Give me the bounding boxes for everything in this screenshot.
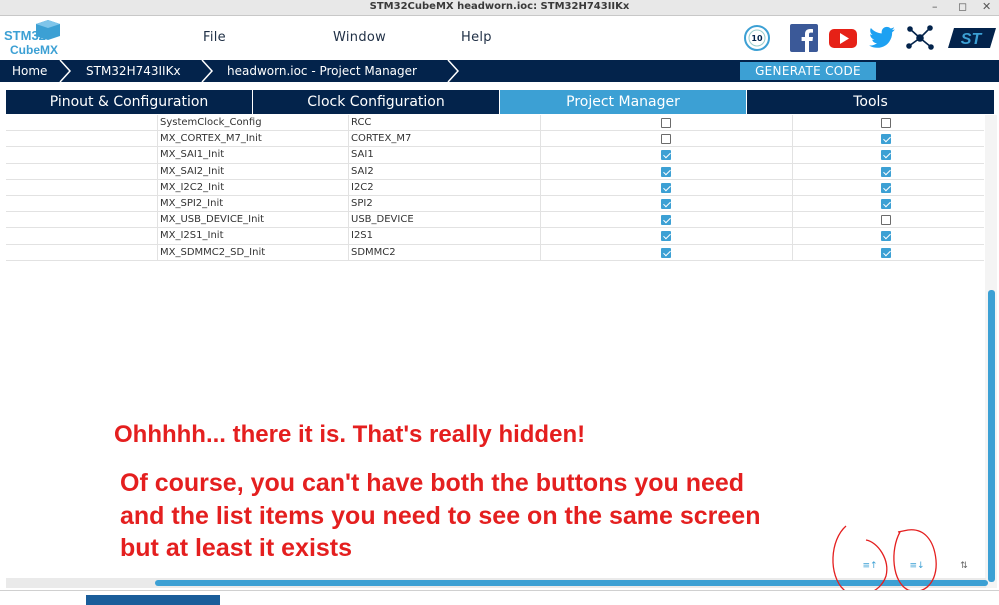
function-name-cell: SystemClock_Config <box>160 117 262 128</box>
annotation-text: and the list items you need to see on th… <box>120 502 761 530</box>
tab-tools[interactable]: Tools <box>747 90 994 114</box>
twitter-icon[interactable] <box>868 24 896 52</box>
minimize-button[interactable]: – <box>932 0 938 13</box>
app-header: STM32 CubeMX File Window Help 10 ST <box>0 16 999 60</box>
generate-code-button[interactable]: GENERATE CODE <box>740 62 876 80</box>
ip-instance-cell: RCC <box>351 117 372 128</box>
logo-line2: CubeMX <box>10 43 58 57</box>
ip-instance-cell: USB_DEVICE <box>351 214 414 226</box>
main-tabs: Pinout & Configuration Clock Configurati… <box>6 90 994 114</box>
generate-call-checkbox[interactable] <box>661 231 671 242</box>
close-button[interactable]: ✕ <box>982 0 991 13</box>
chevron-right-icon <box>59 60 72 82</box>
table-row[interactable]: MX_SAI1_Init SAI1 <box>6 147 984 164</box>
generate-call-checkbox[interactable] <box>661 118 671 128</box>
ip-instance-cell: I2S1 <box>351 230 374 242</box>
taskbar-strip <box>0 590 999 605</box>
visibility-checkbox[interactable] <box>881 150 891 161</box>
visibility-checkbox[interactable] <box>881 166 891 177</box>
table-row[interactable]: SystemClock_Config RCC <box>6 115 984 132</box>
ip-instance-cell: I2C2 <box>351 181 374 193</box>
table-row[interactable]: MX_I2S1_Init I2S1 <box>6 228 984 245</box>
table-row[interactable]: MX_USB_DEVICE_Init USB_DEVICE <box>6 212 984 229</box>
ip-instance-cell: SAI2 <box>351 165 374 177</box>
function-calls-table: SystemClock_Config RCC MX_CORTEX_M7_Init CO… <box>6 115 984 261</box>
visibility-checkbox[interactable] <box>881 134 891 145</box>
function-name-cell: MX_USB_DEVICE_Init <box>160 214 265 226</box>
table-row[interactable]: MX_SAI2_Init SAI2 <box>6 164 984 180</box>
window-titlebar: STM32CubeMX headworn.ioc: STM32H743IIKx … <box>0 0 999 16</box>
chevron-right-icon <box>201 60 214 82</box>
sort-up-icon[interactable]: ≡↑ <box>862 558 878 574</box>
menu-file[interactable]: File <box>203 30 226 45</box>
function-name-cell: MX_SAI1_Init <box>160 149 225 161</box>
tab-project-manager[interactable]: Project Manager <box>500 90 747 114</box>
generate-call-checkbox[interactable] <box>661 182 671 193</box>
function-name-cell: MX_I2S1_Init <box>160 230 224 242</box>
generate-call-checkbox[interactable] <box>661 134 671 145</box>
function-name-cell: MX_CORTEX_M7_Init <box>160 133 262 145</box>
ip-instance-cell: SAI1 <box>351 149 374 161</box>
cubemx-logo: STM32 CubeMX <box>2 18 66 58</box>
svg-text:10: 10 <box>751 34 763 43</box>
function-name-cell: MX_I2C2_Init <box>160 181 225 193</box>
visibility-checkbox[interactable] <box>881 118 891 128</box>
menu-help[interactable]: Help <box>461 30 492 45</box>
ip-instance-cell: SDMMC2 <box>351 246 396 258</box>
ip-instance-cell: SPI2 <box>351 197 373 209</box>
annotation-text: but at least it exists <box>120 534 353 562</box>
menu-window[interactable]: Window <box>333 30 386 45</box>
svg-text:ST: ST <box>961 31 983 48</box>
table-row[interactable]: MX_CORTEX_M7_Init CORTEX_M7 <box>6 131 984 148</box>
breadcrumb-project[interactable]: headworn.ioc - Project Manager <box>227 60 417 82</box>
ip-instance-cell: CORTEX_M7 <box>351 133 412 145</box>
table-row[interactable]: MX_SPI2_Init SPI2 <box>6 196 984 213</box>
sort-az-icon[interactable]: ⇅ <box>956 558 972 574</box>
vertical-scrollbar-thumb[interactable] <box>988 290 995 582</box>
visibility-checkbox[interactable] <box>881 198 891 209</box>
function-name-cell: MX_SPI2_Init <box>160 197 224 209</box>
table-row[interactable]: MX_I2C2_Init I2C2 <box>6 180 984 196</box>
visibility-checkbox[interactable] <box>881 215 891 226</box>
generate-call-checkbox[interactable] <box>661 166 671 177</box>
window-title: STM32CubeMX headworn.ioc: STM32H743IIKx <box>369 1 630 12</box>
youtube-icon[interactable] <box>828 24 857 52</box>
table-row[interactable]: MX_SDMMC2_SD_Init SDMMC2 <box>6 245 984 261</box>
generate-call-checkbox[interactable] <box>661 215 671 226</box>
visibility-checkbox[interactable] <box>881 182 891 193</box>
tab-clock-configuration[interactable]: Clock Configuration <box>253 90 500 114</box>
visibility-checkbox[interactable] <box>881 247 891 258</box>
facebook-icon[interactable] <box>790 24 818 52</box>
chevron-right-icon <box>447 60 460 82</box>
visibility-checkbox[interactable] <box>881 231 891 242</box>
sort-down-icon[interactable]: ≡↓ <box>909 558 925 574</box>
generate-call-checkbox[interactable] <box>661 247 671 258</box>
breadcrumb-device[interactable]: STM32H743IIKx <box>86 60 181 82</box>
annotation-text: Ohhhhh... there it is. That's really hid… <box>114 421 586 448</box>
maximize-button[interactable]: ◻ <box>958 0 967 13</box>
logo-line1: STM32 <box>4 28 46 43</box>
generate-call-checkbox[interactable] <box>661 150 671 161</box>
anniversary-badge-icon[interactable]: 10 <box>743 24 771 52</box>
breadcrumb-home[interactable]: Home <box>12 60 47 82</box>
function-name-cell: MX_SDMMC2_SD_Init <box>160 246 266 258</box>
tab-pinout-configuration[interactable]: Pinout & Configuration <box>6 90 253 114</box>
st-logo-icon[interactable]: ST <box>946 24 998 52</box>
function-name-cell: MX_SAI2_Init <box>160 165 225 177</box>
generate-call-checkbox[interactable] <box>661 198 671 209</box>
annotation-text: Of course, you can't have both the butto… <box>120 469 745 497</box>
network-icon[interactable] <box>906 24 934 52</box>
